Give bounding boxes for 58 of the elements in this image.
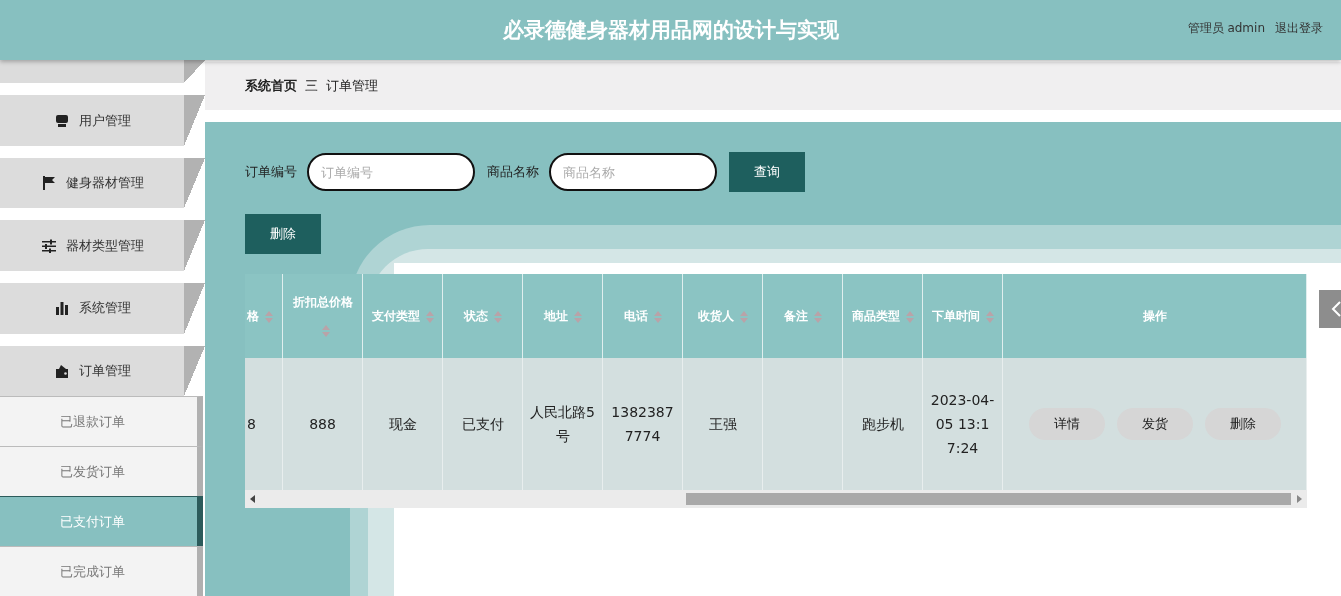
sidebar-label: 器材类型管理 — [65, 236, 144, 255]
sort-icon[interactable] — [739, 310, 748, 323]
submenu-item[interactable]: 已完成订单 — [0, 546, 203, 596]
wallet-icon — [54, 363, 69, 378]
user-label: 管理员 admin — [1187, 20, 1265, 37]
table-cell: 2023-04-05 13:17:24 — [923, 358, 1003, 490]
scroll-right-icon[interactable] — [1296, 495, 1302, 503]
submenu-item[interactable]: 已退款订单 — [0, 396, 203, 447]
action-button[interactable]: 发货 — [1116, 408, 1193, 440]
table-cell: 13823877774 — [603, 358, 683, 490]
chart-icon — [54, 301, 69, 316]
sort-icon[interactable] — [573, 310, 582, 323]
table-cell: 现金 — [363, 358, 443, 490]
sort-icon[interactable] — [493, 310, 502, 323]
search-field[interactable]: 商品名称 — [549, 153, 717, 191]
horizontal-scrollbar[interactable] — [245, 490, 1307, 508]
sidebar-label: 健身器材管理 — [65, 174, 144, 193]
delete-button[interactable]: 删除 — [245, 214, 321, 254]
sliders-icon — [41, 238, 56, 253]
breadcrumb-item: 三 — [305, 77, 318, 95]
field-label: 商品名称 — [487, 163, 539, 181]
sidebar-item[interactable] — [0, 60, 205, 84]
collapse-button[interactable] — [1319, 290, 1341, 328]
sidebar-item[interactable]: 系统管理 — [0, 283, 205, 334]
user-icon — [54, 113, 69, 128]
breadcrumb-item: 订单管理 — [326, 77, 378, 95]
sidebar-item[interactable]: 健身器材管理 — [0, 157, 205, 209]
table-cell: 跑步机 — [843, 358, 923, 490]
sidebar-label: 订单管理 — [78, 361, 131, 380]
sort-icon[interactable] — [265, 310, 273, 323]
search-button[interactable]: 查询 — [729, 152, 805, 192]
action-button[interactable]: 详情 — [1028, 408, 1105, 440]
sidebar-item[interactable]: 器材类型管理 — [0, 220, 205, 271]
field-label: 订单编号 — [245, 163, 297, 181]
scroll-left-icon[interactable] — [250, 495, 256, 503]
table-cell: 人民北路5号 — [523, 358, 603, 490]
submenu-item[interactable]: 已发货订单 — [0, 446, 203, 497]
sort-icon[interactable] — [425, 310, 434, 323]
sort-icon[interactable] — [813, 310, 822, 323]
sidebar-item[interactable]: 订单管理 — [0, 345, 205, 397]
logout-link[interactable]: 退出登录 — [1275, 20, 1323, 37]
site-title: 必录德健身器材用品网的设计与实现 — [502, 17, 839, 44]
sort-icon[interactable] — [905, 310, 914, 323]
sidebar-label: 系统管理 — [78, 299, 131, 318]
breadcrumb-item[interactable]: 系统首页 — [245, 77, 297, 95]
sidebar-label: 用户管理 — [78, 111, 131, 130]
table-cell: 王强 — [683, 358, 763, 490]
search-field[interactable]: 订单编号 — [307, 153, 475, 191]
sort-icon[interactable] — [321, 324, 330, 337]
sidebar-item[interactable]: 用户管理 — [0, 95, 205, 146]
table-cell: 888 — [283, 358, 363, 490]
table-cell: 8 — [245, 358, 283, 490]
sort-icon[interactable] — [653, 310, 662, 323]
sort-icon[interactable] — [985, 310, 994, 323]
chevron-left-icon — [1331, 301, 1341, 317]
action-button[interactable]: 删除 — [1204, 408, 1281, 440]
table-cell: 已支付 — [443, 358, 523, 490]
flag-icon — [41, 176, 56, 191]
